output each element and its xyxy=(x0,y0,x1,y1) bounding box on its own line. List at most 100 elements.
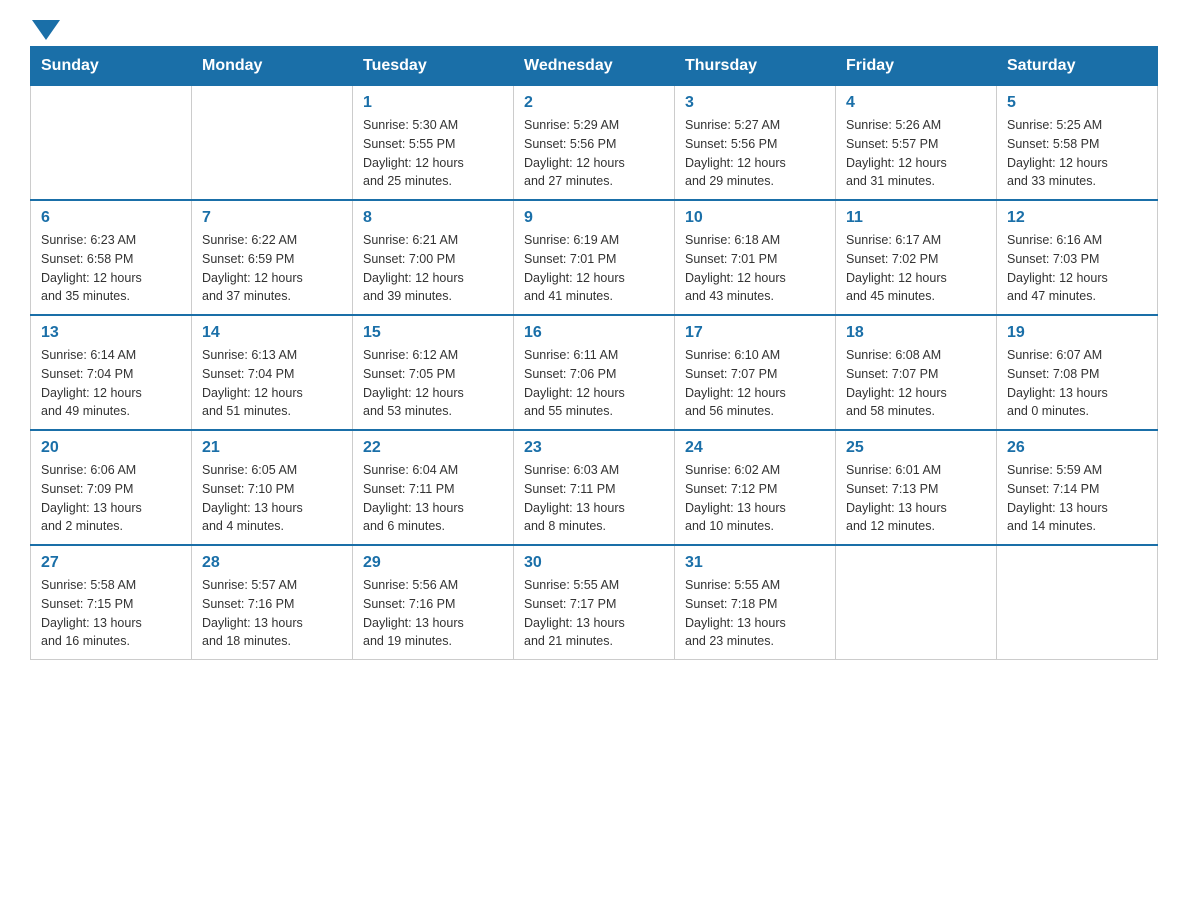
day-info: Sunrise: 6:21 AM Sunset: 7:00 PM Dayligh… xyxy=(363,231,503,306)
day-info: Sunrise: 6:19 AM Sunset: 7:01 PM Dayligh… xyxy=(524,231,664,306)
day-number: 17 xyxy=(685,324,825,342)
weekday-header: Tuesday xyxy=(353,47,514,86)
calendar-week-row: 27Sunrise: 5:58 AM Sunset: 7:15 PM Dayli… xyxy=(31,545,1158,660)
calendar-cell: 9 Sunrise: 6:19 AM Sunset: 7:01 PM Daylig… xyxy=(514,200,675,315)
day-number: 19 xyxy=(1007,324,1147,342)
calendar-cell: 10 Sunrise: 6:18 AM Sunset: 7:01 PM Dayli… xyxy=(675,200,836,315)
day-number: 4 xyxy=(846,94,986,112)
day-number: 20 xyxy=(41,439,181,457)
calendar-cell: 4Sunrise: 5:26 AM Sunset: 5:57 PM Daylig… xyxy=(836,86,997,201)
calendar-cell: 26 Sunrise: 5:59 AM Sunset: 7:14 PM Dayli… xyxy=(997,430,1158,545)
day-number: 13 xyxy=(41,324,181,342)
weekday-header: Saturday xyxy=(997,47,1158,86)
day-info: Sunrise: 6:13 AM Sunset: 7:04 PM Dayligh… xyxy=(202,346,342,421)
calendar-cell xyxy=(997,545,1158,660)
day-info: Sunrise: 6:03 AM Sunset: 7:11 PM Dayligh… xyxy=(524,461,664,536)
day-info: Sunrise: 5:57 AM Sunset: 7:16 PM Dayligh… xyxy=(202,576,342,651)
day-info: Sunrise: 6:01 AM Sunset: 7:13 PM Dayligh… xyxy=(846,461,986,536)
calendar-cell xyxy=(836,545,997,660)
calendar-cell: 15 Sunrise: 6:12 AM Sunset: 7:05 PM Dayli… xyxy=(353,315,514,430)
calendar-cell: 16Sunrise: 6:11 AM Sunset: 7:06 PM Dayli… xyxy=(514,315,675,430)
calendar-cell: 20 Sunrise: 6:06 AM Sunset: 7:09 PM Dayli… xyxy=(31,430,192,545)
calendar-cell: 18 Sunrise: 6:08 AM Sunset: 7:07 PM Dayli… xyxy=(836,315,997,430)
day-number: 14 xyxy=(202,324,342,342)
logo-triangle-icon xyxy=(32,20,60,40)
day-info: Sunrise: 6:23 AM Sunset: 6:58 PM Dayligh… xyxy=(41,231,181,306)
day-number: 1 xyxy=(363,94,503,112)
calendar-cell: 3 Sunrise: 5:27 AM Sunset: 5:56 PM Daylig… xyxy=(675,86,836,201)
calendar-cell: 24 Sunrise: 6:02 AM Sunset: 7:12 PM Dayli… xyxy=(675,430,836,545)
day-number: 11 xyxy=(846,209,986,227)
day-info: Sunrise: 6:12 AM Sunset: 7:05 PM Dayligh… xyxy=(363,346,503,421)
calendar-cell: 29Sunrise: 5:56 AM Sunset: 7:16 PM Dayli… xyxy=(353,545,514,660)
day-info: Sunrise: 6:07 AM Sunset: 7:08 PM Dayligh… xyxy=(1007,346,1147,421)
calendar-week-row: 13Sunrise: 6:14 AM Sunset: 7:04 PM Dayli… xyxy=(31,315,1158,430)
calendar-cell: 8 Sunrise: 6:21 AM Sunset: 7:00 PM Daylig… xyxy=(353,200,514,315)
weekday-header: Friday xyxy=(836,47,997,86)
day-info: Sunrise: 6:06 AM Sunset: 7:09 PM Dayligh… xyxy=(41,461,181,536)
day-number: 9 xyxy=(524,209,664,227)
day-info: Sunrise: 6:11 AM Sunset: 7:06 PM Dayligh… xyxy=(524,346,664,421)
day-info: Sunrise: 6:18 AM Sunset: 7:01 PM Dayligh… xyxy=(685,231,825,306)
page-header xyxy=(30,20,1158,36)
weekday-header: Sunday xyxy=(31,47,192,86)
calendar-cell: 19 Sunrise: 6:07 AM Sunset: 7:08 PM Dayli… xyxy=(997,315,1158,430)
day-number: 27 xyxy=(41,554,181,572)
weekday-header: Thursday xyxy=(675,47,836,86)
calendar-cell: 22Sunrise: 6:04 AM Sunset: 7:11 PM Dayli… xyxy=(353,430,514,545)
calendar-cell: 13Sunrise: 6:14 AM Sunset: 7:04 PM Dayli… xyxy=(31,315,192,430)
day-number: 31 xyxy=(685,554,825,572)
day-number: 26 xyxy=(1007,439,1147,457)
day-number: 18 xyxy=(846,324,986,342)
day-info: Sunrise: 5:30 AM Sunset: 5:55 PM Dayligh… xyxy=(363,116,503,191)
weekday-header: Wednesday xyxy=(514,47,675,86)
weekday-header-row: SundayMondayTuesdayWednesdayThursdayFrid… xyxy=(31,47,1158,86)
calendar-cell: 7 Sunrise: 6:22 AM Sunset: 6:59 PM Daylig… xyxy=(192,200,353,315)
calendar-cell: 14 Sunrise: 6:13 AM Sunset: 7:04 PM Dayli… xyxy=(192,315,353,430)
calendar-cell: 28 Sunrise: 5:57 AM Sunset: 7:16 PM Dayli… xyxy=(192,545,353,660)
day-number: 23 xyxy=(524,439,664,457)
day-info: Sunrise: 5:56 AM Sunset: 7:16 PM Dayligh… xyxy=(363,576,503,651)
calendar-week-row: 1 Sunrise: 5:30 AM Sunset: 5:55 PM Daylig… xyxy=(31,86,1158,201)
calendar-cell: 12 Sunrise: 6:16 AM Sunset: 7:03 PM Dayli… xyxy=(997,200,1158,315)
day-number: 10 xyxy=(685,209,825,227)
day-info: Sunrise: 6:05 AM Sunset: 7:10 PM Dayligh… xyxy=(202,461,342,536)
day-number: 3 xyxy=(685,94,825,112)
calendar-cell: 31 Sunrise: 5:55 AM Sunset: 7:18 PM Dayli… xyxy=(675,545,836,660)
day-info: Sunrise: 6:16 AM Sunset: 7:03 PM Dayligh… xyxy=(1007,231,1147,306)
day-info: Sunrise: 6:22 AM Sunset: 6:59 PM Dayligh… xyxy=(202,231,342,306)
day-number: 7 xyxy=(202,209,342,227)
day-info: Sunrise: 6:02 AM Sunset: 7:12 PM Dayligh… xyxy=(685,461,825,536)
calendar-cell: 5 Sunrise: 5:25 AM Sunset: 5:58 PM Daylig… xyxy=(997,86,1158,201)
day-number: 12 xyxy=(1007,209,1147,227)
day-info: Sunrise: 5:59 AM Sunset: 7:14 PM Dayligh… xyxy=(1007,461,1147,536)
day-info: Sunrise: 6:08 AM Sunset: 7:07 PM Dayligh… xyxy=(846,346,986,421)
day-number: 6 xyxy=(41,209,181,227)
calendar-week-row: 6 Sunrise: 6:23 AM Sunset: 6:58 PM Daylig… xyxy=(31,200,1158,315)
calendar-cell: 11 Sunrise: 6:17 AM Sunset: 7:02 PM Dayli… xyxy=(836,200,997,315)
day-number: 15 xyxy=(363,324,503,342)
day-number: 8 xyxy=(363,209,503,227)
calendar-cell: 21Sunrise: 6:05 AM Sunset: 7:10 PM Dayli… xyxy=(192,430,353,545)
day-info: Sunrise: 5:55 AM Sunset: 7:18 PM Dayligh… xyxy=(685,576,825,651)
calendar-cell xyxy=(31,86,192,201)
calendar-cell: 17 Sunrise: 6:10 AM Sunset: 7:07 PM Dayli… xyxy=(675,315,836,430)
weekday-header: Monday xyxy=(192,47,353,86)
logo xyxy=(30,20,62,36)
day-info: Sunrise: 5:27 AM Sunset: 5:56 PM Dayligh… xyxy=(685,116,825,191)
calendar-cell: 2Sunrise: 5:29 AM Sunset: 5:56 PM Daylig… xyxy=(514,86,675,201)
calendar-cell: 27Sunrise: 5:58 AM Sunset: 7:15 PM Dayli… xyxy=(31,545,192,660)
day-number: 5 xyxy=(1007,94,1147,112)
day-number: 25 xyxy=(846,439,986,457)
day-number: 22 xyxy=(363,439,503,457)
calendar-cell: 25 Sunrise: 6:01 AM Sunset: 7:13 PM Dayli… xyxy=(836,430,997,545)
day-info: Sunrise: 6:10 AM Sunset: 7:07 PM Dayligh… xyxy=(685,346,825,421)
day-info: Sunrise: 5:25 AM Sunset: 5:58 PM Dayligh… xyxy=(1007,116,1147,191)
calendar-cell: 30Sunrise: 5:55 AM Sunset: 7:17 PM Dayli… xyxy=(514,545,675,660)
day-info: Sunrise: 6:17 AM Sunset: 7:02 PM Dayligh… xyxy=(846,231,986,306)
day-number: 24 xyxy=(685,439,825,457)
calendar-cell: 6 Sunrise: 6:23 AM Sunset: 6:58 PM Daylig… xyxy=(31,200,192,315)
day-number: 28 xyxy=(202,554,342,572)
calendar-table: SundayMondayTuesdayWednesdayThursdayFrid… xyxy=(30,46,1158,660)
day-number: 30 xyxy=(524,554,664,572)
